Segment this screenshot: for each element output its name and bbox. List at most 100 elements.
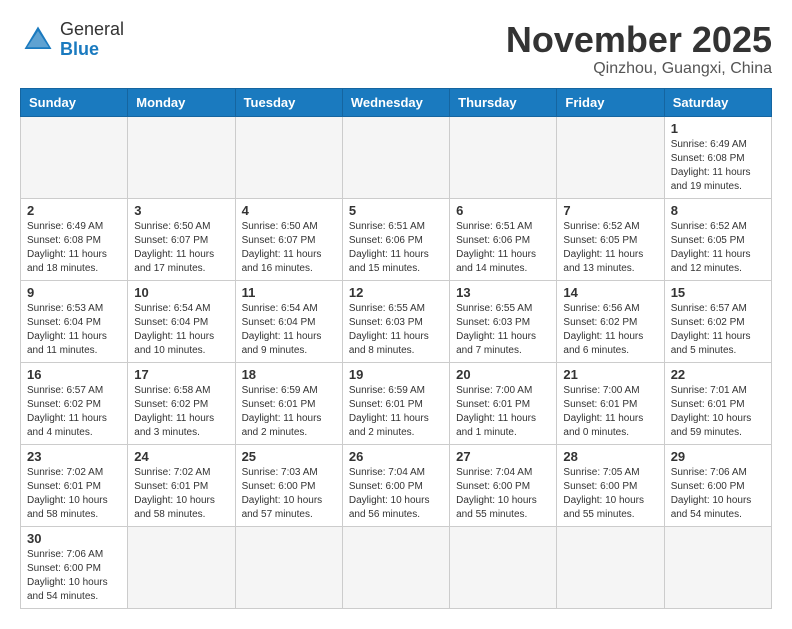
calendar-cell: 1 Sunrise: 6:49 AMSunset: 6:08 PMDaylight… [664,116,771,198]
day-number: 6 [456,203,550,218]
day-number: 28 [563,449,657,464]
day-info: Sunrise: 7:04 AMSunset: 6:00 PMDaylight:… [456,466,550,522]
day-info: Sunrise: 7:06 AMSunset: 6:00 PMDaylight:… [671,466,765,522]
day-number: 14 [563,285,657,300]
day-info: Sunrise: 6:50 AMSunset: 6:07 PMDaylight:… [134,220,228,276]
calendar-cell [128,526,235,608]
calendar-cell [664,526,771,608]
day-number: 1 [671,121,765,136]
weekday-header: Tuesday [235,88,342,116]
day-info: Sunrise: 6:59 AMSunset: 6:01 PMDaylight:… [242,384,336,440]
calendar-cell: 16Sunrise: 6:57 AMSunset: 6:02 PMDayligh… [21,362,128,444]
weekday-header: Wednesday [342,88,449,116]
day-info: Sunrise: 6:56 AMSunset: 6:02 PMDaylight:… [563,302,657,358]
day-info: Sunrise: 6:51 AMSunset: 6:06 PMDaylight:… [349,220,443,276]
day-info: Sunrise: 6:54 AMSunset: 6:04 PMDaylight:… [242,302,336,358]
calendar-cell: 7 Sunrise: 6:52 AMSunset: 6:05 PMDaylight… [557,198,664,280]
day-number: 23 [27,449,121,464]
day-info: Sunrise: 6:55 AMSunset: 6:03 PMDaylight:… [349,302,443,358]
day-number: 10 [134,285,228,300]
day-number: 21 [563,367,657,382]
day-number: 8 [671,203,765,218]
day-number: 15 [671,285,765,300]
day-info: Sunrise: 6:52 AMSunset: 6:05 PMDaylight:… [671,220,765,276]
day-info: Sunrise: 6:49 AMSunset: 6:08 PMDaylight:… [671,138,765,194]
calendar-cell: 12 Sunrise: 6:55 AMSunset: 6:03 PMDayligh… [342,280,449,362]
day-info: Sunrise: 6:58 AMSunset: 6:02 PMDaylight:… [134,384,228,440]
calendar-header-row: SundayMondayTuesdayWednesdayThursdayFrid… [21,88,772,116]
location: Qinzhou, Guangxi, China [506,60,772,78]
weekday-header: Thursday [450,88,557,116]
calendar-cell [450,116,557,198]
calendar-cell [342,116,449,198]
day-info: Sunrise: 7:06 AMSunset: 6:00 PMDaylight:… [27,548,121,604]
calendar-cell: 10 Sunrise: 6:54 AMSunset: 6:04 PMDayligh… [128,280,235,362]
day-info: Sunrise: 6:54 AMSunset: 6:04 PMDaylight:… [134,302,228,358]
calendar-table: SundayMondayTuesdayWednesdayThursdayFrid… [20,88,772,609]
calendar-week-row: 23 Sunrise: 7:02 AMSunset: 6:01 PMDayligh… [21,444,772,526]
title-block: November 2025 Qinzhou, Guangxi, China [506,20,772,78]
logo-icon [20,22,56,58]
calendar-cell: 21 Sunrise: 7:00 AMSunset: 6:01 PMDayligh… [557,362,664,444]
day-info: Sunrise: 6:49 AMSunset: 6:08 PMDaylight:… [27,220,121,276]
calendar-cell: 30 Sunrise: 7:06 AMSunset: 6:00 PMDayligh… [21,526,128,608]
day-info: Sunrise: 7:00 AMSunset: 6:01 PMDaylight:… [563,384,657,440]
day-number: 30 [27,531,121,546]
calendar-cell: 14 Sunrise: 6:56 AMSunset: 6:02 PMDayligh… [557,280,664,362]
calendar-cell: 18 Sunrise: 6:59 AMSunset: 6:01 PMDayligh… [235,362,342,444]
day-number: 17 [134,367,228,382]
calendar-cell [235,526,342,608]
calendar-cell: 28Sunrise: 7:05 AMSunset: 6:00 PMDayligh… [557,444,664,526]
day-info: Sunrise: 7:02 AMSunset: 6:01 PMDaylight:… [134,466,228,522]
calendar-cell: 26Sunrise: 7:04 AMSunset: 6:00 PMDayligh… [342,444,449,526]
calendar-cell: 19Sunrise: 6:59 AMSunset: 6:01 PMDayligh… [342,362,449,444]
calendar-cell: 5Sunrise: 6:51 AMSunset: 6:06 PMDaylight… [342,198,449,280]
calendar-cell: 24 Sunrise: 7:02 AMSunset: 6:01 PMDayligh… [128,444,235,526]
calendar-week-row: 1 Sunrise: 6:49 AMSunset: 6:08 PMDaylight… [21,116,772,198]
calendar-week-row: 9 Sunrise: 6:53 AMSunset: 6:04 PMDaylight… [21,280,772,362]
calendar-cell: 2 Sunrise: 6:49 AMSunset: 6:08 PMDaylight… [21,198,128,280]
day-info: Sunrise: 6:53 AMSunset: 6:04 PMDaylight:… [27,302,121,358]
day-number: 27 [456,449,550,464]
calendar-week-row: 30 Sunrise: 7:06 AMSunset: 6:00 PMDayligh… [21,526,772,608]
day-number: 4 [242,203,336,218]
calendar-cell: 20Sunrise: 7:00 AMSunset: 6:01 PMDayligh… [450,362,557,444]
day-number: 9 [27,285,121,300]
calendar-cell: 13Sunrise: 6:55 AMSunset: 6:03 PMDayligh… [450,280,557,362]
calendar-cell [557,526,664,608]
day-number: 7 [563,203,657,218]
calendar-cell: 25 Sunrise: 7:03 AMSunset: 6:00 PMDayligh… [235,444,342,526]
day-number: 2 [27,203,121,218]
day-number: 19 [349,367,443,382]
day-number: 18 [242,367,336,382]
calendar-cell: 4Sunrise: 6:50 AMSunset: 6:07 PMDaylight… [235,198,342,280]
calendar-week-row: 16Sunrise: 6:57 AMSunset: 6:02 PMDayligh… [21,362,772,444]
logo: General Blue [20,20,124,60]
day-info: Sunrise: 7:01 AMSunset: 6:01 PMDaylight:… [671,384,765,440]
day-number: 16 [27,367,121,382]
day-info: Sunrise: 7:03 AMSunset: 6:00 PMDaylight:… [242,466,336,522]
day-info: Sunrise: 6:52 AMSunset: 6:05 PMDaylight:… [563,220,657,276]
calendar-cell [235,116,342,198]
calendar-cell [342,526,449,608]
logo-text: General Blue [60,20,124,60]
day-number: 29 [671,449,765,464]
calendar-cell: 9 Sunrise: 6:53 AMSunset: 6:04 PMDaylight… [21,280,128,362]
page-header: General Blue November 2025 Qinzhou, Guan… [20,20,772,78]
calendar-cell: 8 Sunrise: 6:52 AMSunset: 6:05 PMDaylight… [664,198,771,280]
day-number: 11 [242,285,336,300]
calendar-cell: 11 Sunrise: 6:54 AMSunset: 6:04 PMDayligh… [235,280,342,362]
weekday-header: Saturday [664,88,771,116]
calendar-cell [450,526,557,608]
day-number: 12 [349,285,443,300]
weekday-header: Sunday [21,88,128,116]
calendar-cell: 23Sunrise: 7:02 AMSunset: 6:01 PMDayligh… [21,444,128,526]
calendar-cell: 22Sunrise: 7:01 AMSunset: 6:01 PMDayligh… [664,362,771,444]
day-number: 24 [134,449,228,464]
weekday-header: Monday [128,88,235,116]
day-number: 25 [242,449,336,464]
weekday-header: Friday [557,88,664,116]
calendar-cell: 15Sunrise: 6:57 AMSunset: 6:02 PMDayligh… [664,280,771,362]
day-number: 3 [134,203,228,218]
calendar-cell [557,116,664,198]
